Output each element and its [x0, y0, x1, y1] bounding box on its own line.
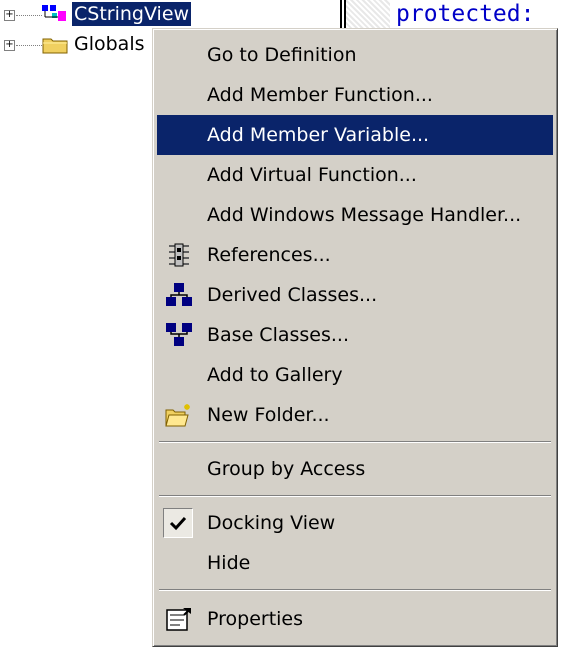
- menu-item-derived-classes[interactable]: Derived Classes...: [157, 275, 553, 315]
- menu-separator: [159, 495, 551, 497]
- menu-item-references[interactable]: References...: [157, 235, 553, 275]
- menu-item-new-folder[interactable]: New Folder...: [157, 395, 553, 435]
- checkmark-box: [163, 508, 193, 538]
- expand-toggle-globals[interactable]: +: [4, 40, 15, 51]
- properties-icon: [166, 608, 191, 631]
- menu-separator: [159, 441, 551, 443]
- menu-item-properties[interactable]: Properties: [157, 599, 553, 639]
- menu-item-label: Hide: [207, 552, 251, 574]
- tree-label-globals: Globals: [74, 33, 145, 55]
- menu-item-label: Properties: [207, 608, 304, 630]
- menu-item-add-member-function[interactable]: Add Member Function...: [157, 75, 553, 115]
- folder-icon: [42, 38, 68, 54]
- menu-item-label: Add to Gallery: [207, 364, 343, 386]
- new-folder-icon: [165, 404, 190, 427]
- menu-item-hide[interactable]: Hide: [157, 543, 553, 583]
- menu-item-label: New Folder...: [207, 404, 330, 426]
- splitter[interactable]: [330, 0, 342, 30]
- menu-item-add-to-gallery[interactable]: Add to Gallery: [157, 355, 553, 395]
- code-editor[interactable]: protected:: [330, 0, 568, 30]
- tree-connector: [16, 15, 42, 16]
- menu-item-go-to-definition[interactable]: Go to Definition: [157, 35, 553, 75]
- expand-toggle-cstringview[interactable]: +: [4, 10, 15, 21]
- base-classes-icon: [166, 323, 192, 346]
- menu-item-label: Base Classes...: [207, 324, 349, 346]
- menu-item-add-virtual-function[interactable]: Add Virtual Function...: [157, 155, 553, 195]
- tree-connector: [16, 45, 42, 46]
- context-menu: Go to Definition Add Member Function... …: [152, 28, 558, 647]
- menu-item-label: Add Virtual Function...: [207, 164, 417, 186]
- menu-item-group-by-access[interactable]: Group by Access: [157, 449, 553, 489]
- menu-item-add-member-variable[interactable]: Add Member Variable...: [157, 115, 553, 155]
- tree-label-cstringview: CStringView: [72, 2, 192, 26]
- menu-item-label: Derived Classes...: [207, 284, 378, 306]
- menu-separator: [159, 589, 551, 591]
- menu-item-label: Add Windows Message Handler...: [207, 204, 522, 226]
- menu-item-label: Go to Definition: [207, 44, 357, 66]
- menu-item-label: References...: [207, 244, 331, 266]
- menu-item-docking-view[interactable]: Docking View: [157, 503, 553, 543]
- editor-margin: [344, 0, 390, 30]
- derived-classes-icon: [166, 283, 192, 306]
- references-icon: [169, 243, 189, 267]
- menu-item-label: Add Member Variable...: [207, 124, 430, 146]
- menu-item-label: Group by Access: [207, 458, 366, 480]
- menu-item-base-classes[interactable]: Base Classes...: [157, 315, 553, 355]
- menu-item-label: Docking View: [207, 512, 336, 534]
- class-icon: [42, 5, 66, 21]
- code-keyword: protected:: [396, 1, 535, 27]
- checkmark-icon: [169, 516, 187, 531]
- menu-item-label: Add Member Function...: [207, 84, 433, 106]
- menu-item-add-windows-message-handler[interactable]: Add Windows Message Handler...: [157, 195, 553, 235]
